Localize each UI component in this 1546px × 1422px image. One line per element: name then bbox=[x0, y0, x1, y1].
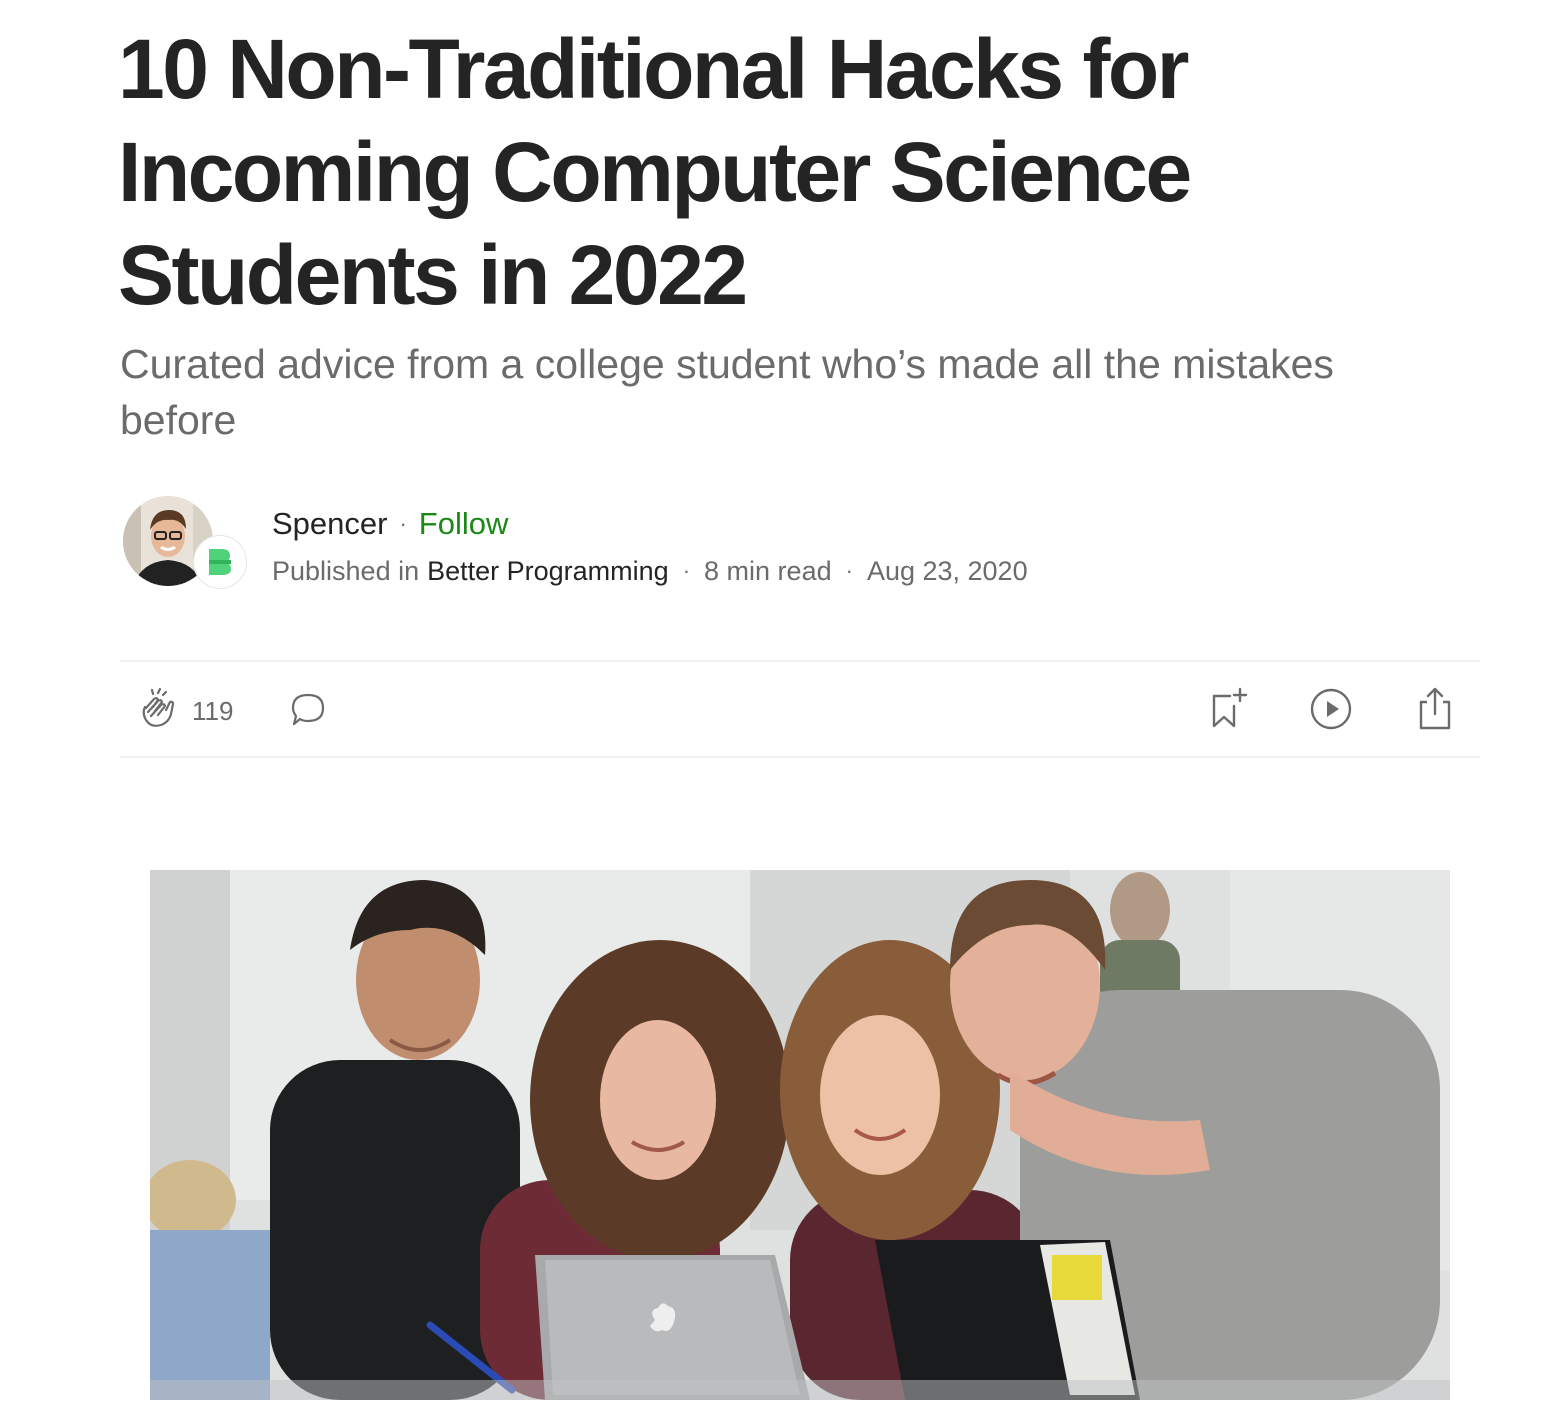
comment-button[interactable] bbox=[286, 690, 330, 730]
clap-count: 119 bbox=[192, 696, 234, 726]
clap-icon bbox=[142, 687, 175, 727]
separator-dot: · bbox=[399, 511, 407, 536]
comment-icon bbox=[291, 693, 325, 726]
published-in-label: Published in bbox=[272, 555, 420, 586]
read-time: 8 min read bbox=[704, 555, 832, 586]
follow-button[interactable]: Follow bbox=[419, 506, 509, 542]
bookmark-add-icon bbox=[1212, 687, 1248, 728]
article-title: 10 Non-Traditional Hacks for Incoming Co… bbox=[118, 22, 1192, 322]
publication-link[interactable]: Better Programming bbox=[427, 556, 669, 587]
article-action-bar: 119 bbox=[120, 660, 1480, 758]
publication-logo-icon[interactable] bbox=[194, 536, 246, 588]
author-avatar-group[interactable] bbox=[123, 496, 247, 588]
author-line: Spencer · Follow bbox=[272, 504, 508, 544]
hero-image bbox=[150, 870, 1450, 1400]
publish-date: Aug 23, 2020 bbox=[866, 555, 1028, 586]
listen-button[interactable] bbox=[1308, 686, 1354, 732]
article-page: 10 Non-Traditional Hacks for Incoming Co… bbox=[0, 0, 1546, 1422]
share-icon bbox=[1419, 687, 1451, 730]
article-subtitle: Curated advice from a college student wh… bbox=[120, 341, 1334, 443]
clap-button[interactable] bbox=[136, 686, 182, 732]
listen-play-icon bbox=[1310, 688, 1352, 730]
separator-dot: · bbox=[845, 558, 853, 583]
separator-dot: · bbox=[682, 558, 691, 583]
author-name[interactable]: Spencer bbox=[272, 506, 387, 542]
save-bookmark-button[interactable] bbox=[1206, 686, 1252, 732]
share-button[interactable] bbox=[1412, 684, 1458, 734]
article-meta: Published in Better Programming · 8 min … bbox=[272, 553, 1028, 589]
